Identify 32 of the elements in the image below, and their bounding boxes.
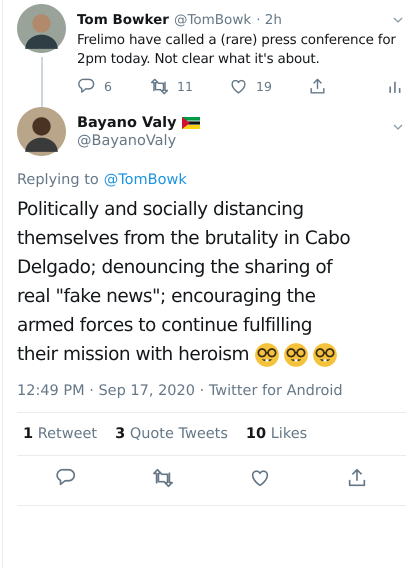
nerd-face-icon bbox=[312, 342, 338, 368]
tweet-text-line: themselves from the brutality in Cabo bbox=[17, 227, 350, 251]
action-count: 19 bbox=[256, 79, 272, 94]
stat-link[interactable]: 1 Retweet bbox=[23, 426, 98, 442]
tweet-text: Frelimo have called a (rare) press conference for 2pm today. Not clear what it's about. bbox=[77, 31, 397, 69]
tweet-text-line: armed forces to continue fulfilling bbox=[17, 314, 312, 338]
retweet-icon[interactable] bbox=[150, 77, 169, 96]
tweet-time[interactable]: · 2h bbox=[256, 12, 282, 28]
tweet-text-line: Delgado; denouncing the sharing of bbox=[17, 256, 332, 280]
nerd-face-icon bbox=[254, 342, 280, 368]
share-icon[interactable] bbox=[308, 77, 327, 96]
avatar-icon[interactable] bbox=[17, 107, 66, 156]
action-count: 6 bbox=[104, 79, 112, 94]
author-handle[interactable]: @BayanoValy bbox=[77, 132, 200, 148]
tweet-text-line: their mission with heroism bbox=[17, 343, 250, 367]
author-handle[interactable]: @TomBowk bbox=[174, 12, 252, 28]
stat-link[interactable]: 10 Likes bbox=[246, 426, 308, 442]
reply-icon[interactable] bbox=[77, 77, 96, 96]
tweet-text-line: Politically and socially distancing bbox=[17, 198, 304, 222]
author-name[interactable]: Tom Bowker bbox=[77, 12, 169, 28]
nerd-face-icon bbox=[283, 342, 310, 368]
stat-link[interactable]: 3 Quote Tweets bbox=[115, 426, 228, 442]
tweet-timestamp: 12:49 PM · Sep 17, 2020 · Twitter for Android bbox=[17, 383, 344, 399]
thread-line bbox=[40, 57, 42, 107]
replying-label: Replying to bbox=[17, 172, 99, 188]
tweet-text-line: real "fake news"; encouraging the bbox=[17, 285, 316, 309]
flag-icon bbox=[182, 116, 200, 128]
avatar-icon[interactable] bbox=[17, 4, 66, 53]
action-count: 11 bbox=[177, 79, 193, 94]
author-name[interactable]: Bayano Valy bbox=[77, 114, 177, 130]
heart-icon[interactable] bbox=[229, 77, 248, 96]
retweet-icon[interactable] bbox=[152, 467, 174, 489]
